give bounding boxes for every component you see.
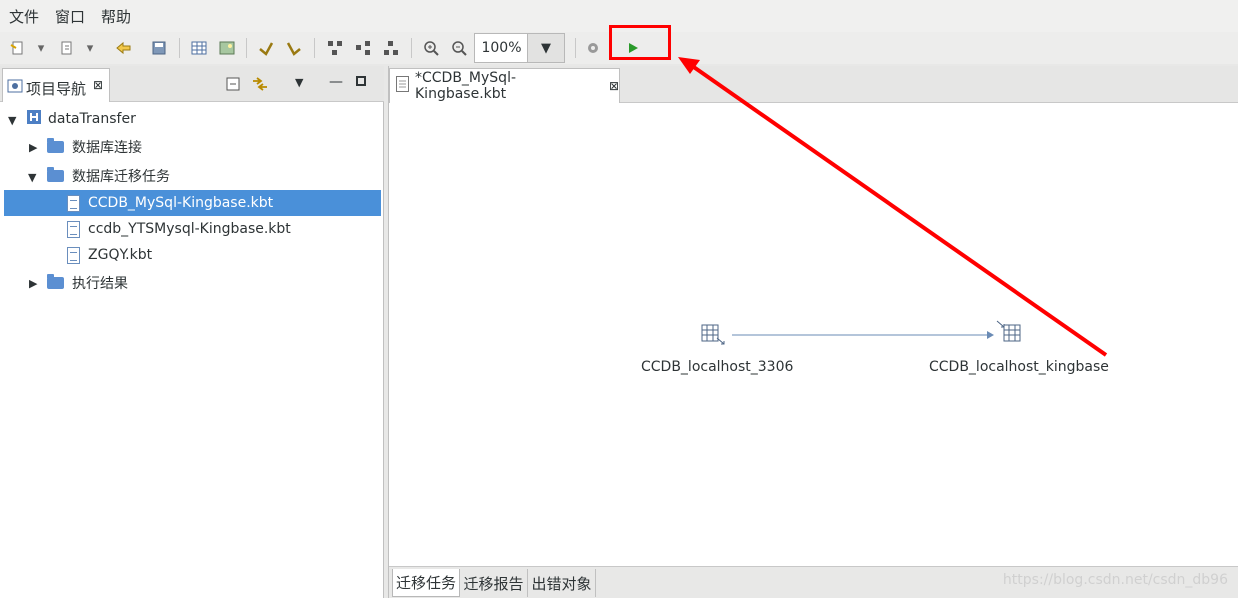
annotation-arrow bbox=[678, 57, 1108, 357]
watermark: https://blog.csdn.net/csdn_db96 bbox=[1002, 572, 1228, 588]
